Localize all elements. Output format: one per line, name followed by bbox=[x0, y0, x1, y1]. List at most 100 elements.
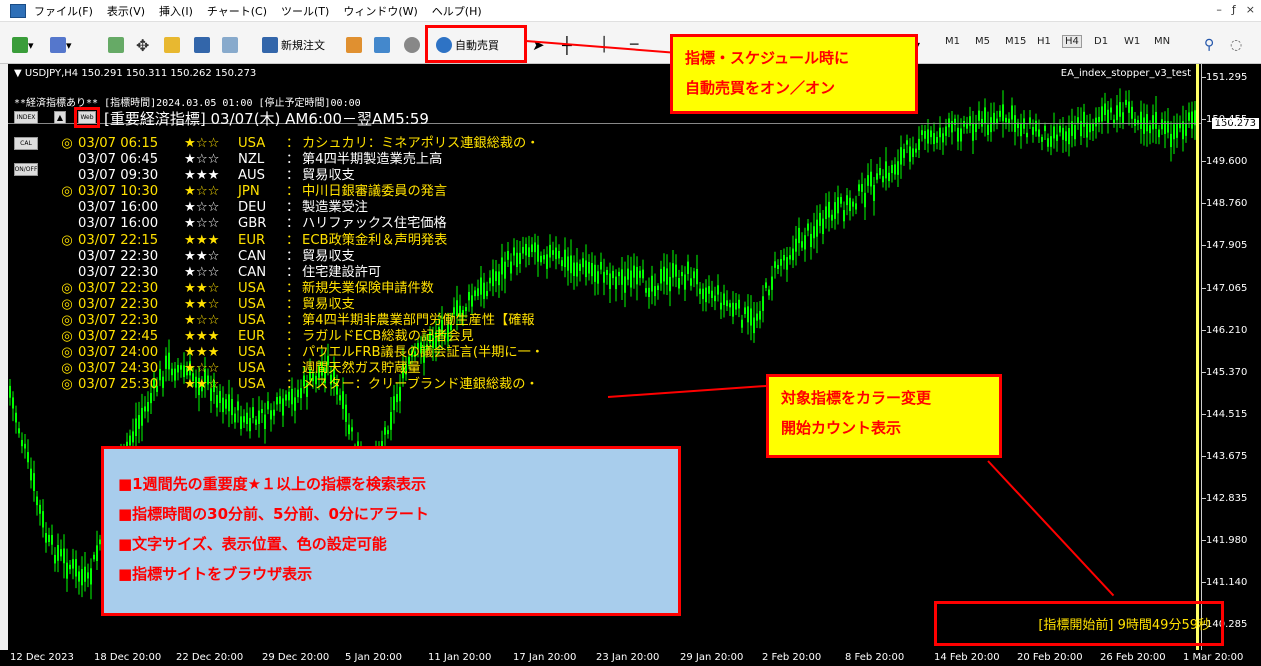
candle-body bbox=[765, 282, 767, 288]
candle-body bbox=[60, 549, 62, 557]
price-tick-label: 143.675 bbox=[1206, 450, 1248, 462]
radio-icon[interactable] bbox=[404, 34, 420, 56]
price-tick-label: 141.140 bbox=[1206, 577, 1248, 589]
candle-body bbox=[927, 129, 929, 144]
tf-m15[interactable]: M15 bbox=[1005, 36, 1026, 47]
candle-body bbox=[351, 427, 353, 432]
tf-h4[interactable]: H4 bbox=[1062, 35, 1082, 48]
market-watch-icon[interactable] bbox=[108, 34, 124, 56]
menu-view[interactable]: 表示(V) bbox=[107, 3, 145, 19]
ea-name-label: EA_index_stopper_v3_test bbox=[1060, 68, 1191, 79]
navigator-icon[interactable] bbox=[164, 34, 180, 56]
candle-body bbox=[549, 244, 551, 258]
event-name: ECB政策金利＆声明発表 bbox=[302, 232, 448, 248]
search-icon[interactable]: ⚲ bbox=[1204, 34, 1214, 56]
metaeditor-icon[interactable] bbox=[346, 34, 362, 56]
cursor-icon[interactable]: ➤ bbox=[532, 34, 545, 56]
signals-icon[interactable] bbox=[374, 34, 390, 56]
menu-chart[interactable]: チャート(C) bbox=[207, 3, 267, 19]
candle-body bbox=[642, 269, 644, 279]
candle-body bbox=[1089, 123, 1091, 133]
minimize-button[interactable]: – bbox=[1216, 3, 1222, 16]
candle-body bbox=[1140, 111, 1142, 129]
chart-symbol-header: ▼ USDJPY,H4 150.291 150.311 150.262 150.… bbox=[14, 68, 257, 79]
feature-item: ■文字サイズ、表示位置、色の設定可能 bbox=[118, 535, 387, 553]
chat-icon[interactable]: ◌ bbox=[1230, 34, 1242, 56]
event-time: 03/07 25:30 bbox=[78, 377, 159, 393]
candle-body bbox=[1056, 134, 1058, 141]
horizontal-line-icon[interactable]: ─ bbox=[630, 34, 638, 56]
period-separator-line bbox=[1196, 64, 1199, 650]
candle-body bbox=[882, 176, 884, 183]
menu-tools[interactable]: ツール(T) bbox=[281, 3, 329, 19]
index-button[interactable]: INDEX bbox=[14, 111, 38, 124]
event-row: ◎ 03/07 24:30 ★☆☆ USA ：週間天然ガス貯蔵量 bbox=[56, 361, 544, 377]
tf-w1[interactable]: W1 bbox=[1124, 36, 1140, 47]
candle-body bbox=[1086, 122, 1088, 138]
mt4-window: ファイル(F) 表示(V) 挿入(I) チャート(C) ツール(T) ウィンドウ… bbox=[0, 0, 1261, 666]
price-tick-label: 146.210 bbox=[1206, 324, 1248, 336]
time-tick-label: 2 Feb 20:00 bbox=[762, 652, 822, 663]
cal-button[interactable]: CAL bbox=[14, 137, 38, 150]
event-time: 03/07 16:00 bbox=[78, 200, 159, 216]
scroll-up-button[interactable]: ▲ bbox=[54, 111, 66, 124]
new-order-button[interactable]: 新規注文 bbox=[262, 34, 325, 56]
restore-button[interactable]: ƒ bbox=[1232, 3, 1236, 16]
countdown-display: [指標開始前] 9時間49分59秒 bbox=[934, 601, 1224, 646]
event-mark: ◎ bbox=[61, 345, 73, 361]
candle-body bbox=[72, 559, 74, 569]
event-importance-stars: ★★★ bbox=[184, 329, 220, 345]
new-chart-icon[interactable]: ▾ bbox=[12, 34, 34, 56]
candle-body bbox=[264, 414, 266, 430]
tf-mn[interactable]: MN bbox=[1154, 36, 1170, 47]
candle-body bbox=[924, 131, 926, 139]
tf-m1[interactable]: M1 bbox=[945, 36, 960, 47]
candle-body bbox=[63, 548, 65, 564]
time-tick-label: 1 Mar 20:00 bbox=[1183, 652, 1244, 663]
price-tick-label: 145.370 bbox=[1206, 366, 1248, 378]
event-row: 03/07 16:00 ★☆☆ GBR ：ハリファックス住宅価格 bbox=[56, 216, 544, 232]
menu-insert[interactable]: 挿入(I) bbox=[159, 3, 193, 19]
candle-body bbox=[546, 254, 548, 269]
candle-body bbox=[873, 184, 875, 201]
event-name: 新規失業保険申請件数 bbox=[302, 280, 434, 296]
candle-body bbox=[1020, 123, 1022, 137]
onoff-button[interactable]: ON/OFF bbox=[14, 163, 38, 176]
profiles-icon[interactable]: ▾ bbox=[50, 34, 72, 56]
tf-d1[interactable]: D1 bbox=[1094, 36, 1108, 47]
menu-window[interactable]: ウィンドウ(W) bbox=[343, 3, 417, 19]
menu-file[interactable]: ファイル(F) bbox=[34, 3, 93, 19]
tf-m5[interactable]: M5 bbox=[975, 36, 990, 47]
indicator-status-line: **経済指標あり** [指標時間]2024.03.05 01:00 [停止予定時… bbox=[14, 98, 361, 109]
candle-body bbox=[75, 559, 77, 577]
candle-body bbox=[585, 260, 587, 278]
candle-body bbox=[1188, 112, 1190, 121]
candle-body bbox=[903, 148, 905, 158]
candle-body bbox=[666, 268, 668, 285]
candle-body bbox=[798, 227, 800, 244]
event-name: パウエルFRB議長の議会証言(半期に一・ bbox=[302, 345, 544, 361]
event-time: 03/07 06:45 bbox=[78, 152, 159, 168]
event-importance-stars: ★★☆ bbox=[184, 377, 220, 393]
menu-help[interactable]: ヘルプ(H) bbox=[432, 3, 482, 19]
candle-body bbox=[1131, 106, 1133, 119]
candle-body bbox=[243, 416, 245, 423]
terminal-icon[interactable] bbox=[194, 34, 210, 56]
tf-h1[interactable]: H1 bbox=[1037, 36, 1051, 47]
candle-body bbox=[129, 435, 131, 446]
data-window-icon[interactable]: ✥ bbox=[136, 34, 149, 56]
close-button[interactable]: × bbox=[1246, 3, 1255, 16]
candle-body bbox=[978, 110, 980, 121]
candle-body bbox=[1032, 126, 1034, 135]
candle-body bbox=[702, 288, 704, 300]
new-order-icon bbox=[262, 37, 278, 53]
color-callout-line1: 対象指標をカラー変更 bbox=[781, 389, 932, 407]
event-row: 03/07 22:30 ★☆☆ CAN ：住宅建設許可 bbox=[56, 265, 544, 281]
candle-body bbox=[633, 265, 635, 278]
candle-body bbox=[942, 133, 944, 143]
candle-body bbox=[384, 427, 386, 435]
candle-body bbox=[768, 289, 770, 296]
candle-body bbox=[783, 254, 785, 261]
tester-icon[interactable] bbox=[222, 34, 238, 56]
candle-body bbox=[1074, 125, 1076, 140]
